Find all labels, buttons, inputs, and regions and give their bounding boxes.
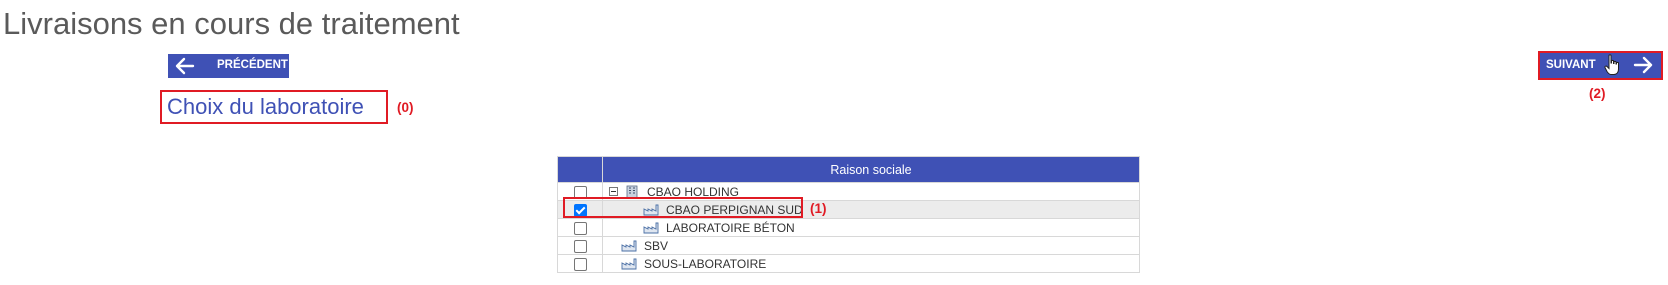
next-button[interactable]: SUIVANT (1540, 53, 1661, 78)
previous-button-label: PRÉCÉDENT (217, 59, 288, 71)
arrow-right-icon (1633, 56, 1653, 74)
row-label: SOUS-LABORATOIRE (644, 256, 767, 271)
select-column-header (557, 156, 603, 183)
annotation-next: (2) (1589, 86, 1606, 101)
row-checkbox[interactable] (573, 257, 587, 271)
arrow-left-icon (175, 57, 195, 75)
table-row[interactable]: SOUS-LABORATOIRE (557, 254, 1140, 273)
selected-row-highlight (563, 197, 803, 218)
factory-icon (621, 258, 637, 270)
row-label: LABORATOIRE BÉTON (666, 220, 795, 235)
row-checkbox[interactable] (573, 239, 587, 253)
hand-cursor-icon (1604, 54, 1619, 75)
previous-button[interactable]: PRÉCÉDENT (168, 54, 289, 78)
row-label: SBV (644, 238, 669, 253)
table-row[interactable]: SBV (557, 236, 1140, 255)
annotation-selected-row: (1) (810, 201, 827, 216)
next-button-label: SUIVANT (1546, 59, 1596, 71)
factory-icon (643, 222, 659, 234)
table-row[interactable]: LABORATOIRE BÉTON (557, 218, 1140, 237)
collapse-icon[interactable] (609, 187, 618, 196)
page-title: Livraisons en cours de traitement (3, 6, 460, 41)
column-header-raison-sociale[interactable]: Raison sociale (602, 156, 1140, 183)
factory-icon (621, 240, 637, 252)
step-heading: Choix du laboratoire (167, 94, 364, 119)
annotation-heading: (0) (397, 100, 414, 115)
row-checkbox[interactable] (573, 221, 587, 235)
